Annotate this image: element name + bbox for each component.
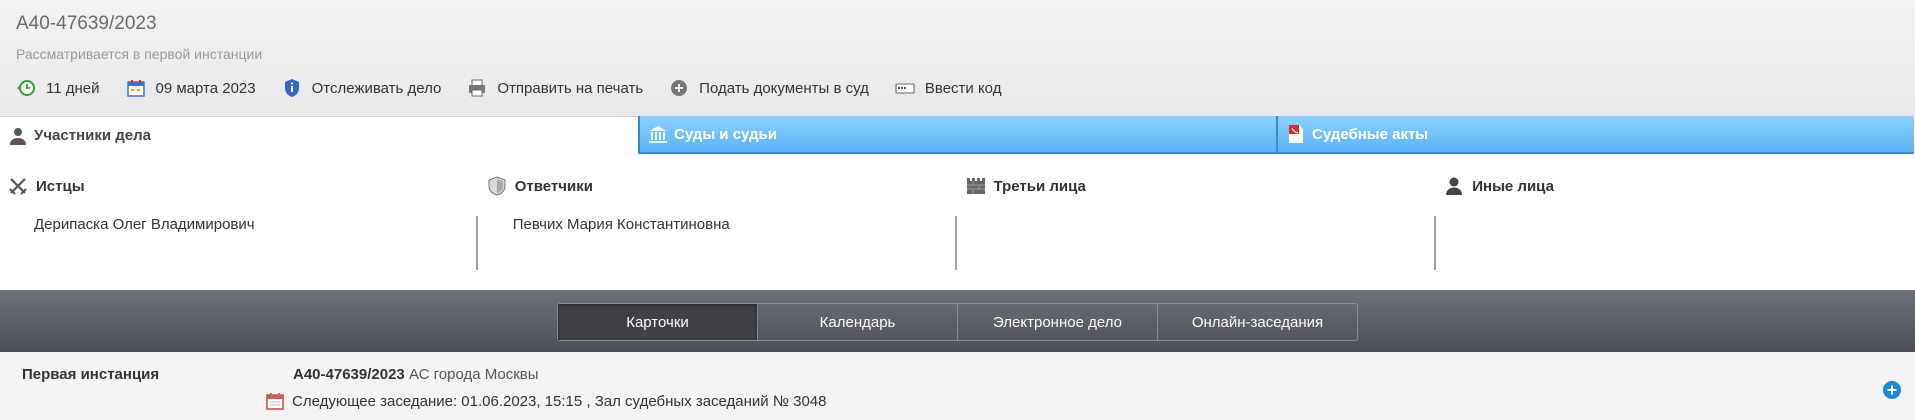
column-divider — [1433, 216, 1436, 270]
third-parties-list — [958, 216, 1437, 270]
instance-case-number: А40-47639/2023 — [293, 366, 405, 383]
third-parties-column: Третьи лица — [958, 154, 1437, 290]
case-toolbar: 11 дней 09 марта 2023 Отслеживать дело О… — [16, 76, 1027, 100]
view-switcher: Карточки Календарь Электронное дело Онла… — [557, 303, 1358, 341]
plaintiffs-heading: Истцы — [8, 176, 85, 196]
case-status: Рассматривается в первой инстанции — [16, 46, 263, 62]
enter-code-button[interactable]: Ввести код — [895, 78, 1002, 98]
column-divider — [954, 216, 957, 270]
tab-participants-label: Участники дела — [34, 127, 151, 144]
track-label: Отслеживать дело — [311, 79, 442, 97]
case-header: А40-47639/2023 Рассматривается в первой … — [0, 0, 1915, 116]
printer-icon — [467, 78, 487, 98]
next-hearing: Следующее заседание: 01.06.2023, 15:15 ,… — [265, 391, 826, 411]
section-navbar: Карточки Календарь Электронное дело Онла… — [0, 290, 1915, 352]
person-silhouette-icon — [1444, 176, 1464, 196]
code-label: Ввести код — [924, 79, 1002, 97]
other-parties-label: Иные лица — [1472, 177, 1554, 195]
participants-panel: Истцы Дерипаска Олег Владимирович Ответч… — [0, 154, 1915, 290]
instance-row: Первая инстанция А40-47639/2023 АС город… — [0, 352, 1915, 420]
plus-circle-icon — [669, 78, 689, 98]
expand-instance-button[interactable] — [1882, 380, 1902, 400]
calendar-icon — [126, 78, 146, 98]
defendants-list: Певчих Мария Константиновна — [479, 216, 958, 270]
plaintiffs-column: Истцы Дерипаска Олег Владимирович — [0, 154, 479, 290]
other-parties-heading: Иные лица — [1444, 176, 1554, 196]
plus-circle-icon — [1883, 381, 1901, 399]
next-hearing-text: Следующее заседание: 01.06.2023, 15:15 ,… — [292, 392, 827, 410]
calendar-icon — [265, 391, 285, 411]
defendant-name[interactable]: Певчих Мария Константиновна — [513, 216, 730, 233]
plaintiff-name[interactable]: Дерипаска Олег Владимирович — [34, 216, 255, 233]
print-button[interactable]: Отправить на печать — [467, 78, 643, 98]
tab-acts-label: Судебные акты — [1312, 125, 1429, 143]
shield-icon — [487, 176, 507, 196]
other-parties-column: Иные лица — [1436, 154, 1915, 290]
tab-courts-judges[interactable]: Суды и судьи — [638, 116, 1276, 154]
instance-case: А40-47639/2023 АС города Москвы — [293, 366, 539, 383]
courthouse-icon — [648, 124, 668, 144]
person-icon — [8, 126, 28, 146]
instance-court: АС города Москвы — [408, 366, 539, 383]
registration-date[interactable]: 09 марта 2023 — [126, 78, 256, 98]
defendants-label: Ответчики — [514, 177, 593, 195]
date-label: 09 марта 2023 — [155, 79, 256, 97]
submit-label: Подать документы в суд — [699, 79, 869, 97]
case-tabs: Участники дела Суды и судьи Судебные акт… — [0, 116, 1915, 154]
days-label: 11 дней — [46, 79, 100, 97]
tab-online-hearings[interactable]: Онлайн-заседания — [1157, 304, 1357, 340]
column-divider — [476, 216, 478, 270]
tab-cards[interactable]: Карточки — [558, 304, 757, 340]
shield-info-icon — [282, 78, 302, 98]
track-case-button[interactable]: Отслеживать дело — [282, 78, 442, 98]
tab-participants[interactable]: Участники дела — [0, 116, 638, 154]
days-counter[interactable]: 11 дней — [16, 78, 100, 98]
tab-court-acts[interactable]: Судебные акты — [1276, 116, 1914, 154]
case-number-title: А40-47639/2023 — [16, 13, 157, 34]
plaintiffs-label: Истцы — [36, 177, 85, 195]
third-parties-heading: Третьи лица — [966, 176, 1086, 196]
keyboard-icon — [895, 78, 915, 98]
wall-icon — [966, 176, 986, 196]
submit-documents-button[interactable]: Подать документы в суд — [669, 78, 869, 98]
instance-label: Первая инстанция — [22, 366, 160, 383]
clock-back-icon — [16, 78, 36, 98]
other-parties-list — [1436, 216, 1915, 270]
defendants-column: Ответчики Певчих Мария Константиновна — [479, 154, 958, 290]
print-label: Отправить на печать — [497, 79, 644, 97]
plaintiffs-list: Дерипаска Олег Владимирович — [0, 216, 479, 270]
crossed-swords-icon — [8, 176, 28, 196]
tab-courts-label: Суды и судьи — [674, 125, 777, 143]
tab-electronic-case[interactable]: Электронное дело — [957, 304, 1157, 340]
third-parties-label: Третьи лица — [993, 177, 1086, 195]
defendants-heading: Ответчики — [487, 176, 593, 196]
pdf-icon — [1286, 124, 1306, 144]
tab-calendar[interactable]: Календарь — [757, 304, 957, 340]
